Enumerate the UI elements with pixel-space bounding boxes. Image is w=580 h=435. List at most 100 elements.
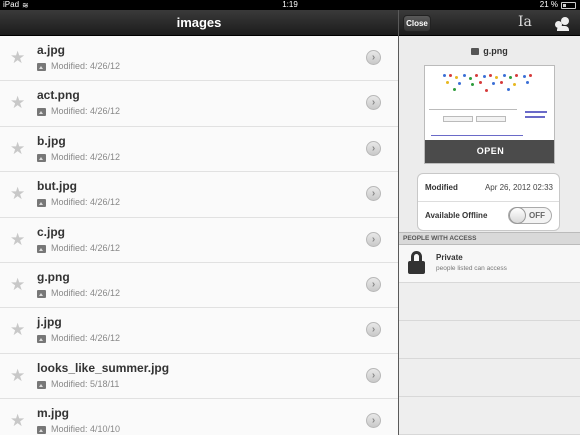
chevron-right-icon[interactable]: › (366, 95, 381, 111)
preview-dot (526, 81, 529, 84)
preview-link-graphic (525, 111, 547, 113)
file-row[interactable]: ★ c.jpg Modified: 4/26/12 › (0, 217, 398, 263)
list-title: images (0, 10, 398, 36)
chevron-right-icon[interactable]: › (366, 276, 381, 292)
file-row[interactable]: ★ but.jpg Modified: 4/26/12 › (0, 172, 398, 218)
preview-dot (503, 74, 506, 77)
file-preview[interactable]: OPEN (424, 65, 555, 164)
image-file-icon (471, 48, 480, 55)
file-modified: Modified: 4/26/12 (51, 287, 121, 298)
file-row[interactable]: ★ m.jpg Modified: 4/10/10 › (0, 399, 398, 435)
modified-label: Modified (425, 183, 458, 192)
file-modified: Modified: 4/26/12 (51, 242, 121, 253)
empty-list-row (399, 283, 580, 321)
preview-dot (479, 81, 482, 84)
file-list: ★ a.jpg Modified: 4/26/12 › ★ act.png Modified… (0, 36, 398, 435)
file-name: m.jpg (37, 406, 69, 421)
preview-dot (492, 82, 495, 85)
preview-link-graphic (525, 116, 545, 118)
preview-dot (458, 82, 461, 85)
file-modified: Modified: 5/18/11 (51, 378, 120, 389)
preview-dot (455, 76, 458, 79)
preview-dot (489, 74, 492, 77)
file-name: g.png (37, 269, 70, 284)
preview-dot (471, 83, 474, 86)
preview-dot (507, 88, 510, 91)
access-row[interactable]: Private people listed can access (399, 245, 580, 283)
modified-value: Apr 26, 2012 02:33 (484, 183, 553, 192)
preview-dot (513, 83, 516, 86)
image-file-icon (37, 380, 46, 389)
file-row[interactable]: ★ b.jpg Modified: 4/26/12 › (0, 126, 398, 173)
access-subtitle: people listed can access (436, 265, 507, 272)
modified-row: Modified Apr 26, 2012 02:33 (418, 174, 559, 202)
file-modified: Modified: 4/26/12 (51, 197, 121, 208)
star-icon[interactable]: ★ (10, 49, 25, 67)
chevron-right-icon[interactable]: › (366, 322, 381, 338)
preview-link-graphic (431, 135, 523, 136)
preview-thumbnail-graphic (443, 74, 533, 98)
file-name: b.jpg (37, 133, 66, 148)
preview-dot (529, 74, 532, 77)
toggle-knob (509, 207, 526, 224)
star-icon[interactable]: ★ (10, 366, 25, 385)
file-row[interactable]: ★ act.png Modified: 4/26/12 › (0, 81, 398, 127)
star-icon[interactable]: ★ (10, 321, 25, 339)
preview-dot (500, 81, 503, 84)
rename-icon[interactable]: Ia (518, 14, 532, 30)
chevron-right-icon[interactable]: › (366, 413, 381, 429)
image-file-icon (37, 426, 46, 435)
file-modified: Modified: 4/26/12 (51, 151, 121, 162)
file-row[interactable]: ★ looks_like_summer.jpg Modified: 5/18/11 › (0, 353, 398, 400)
empty-list-row (399, 321, 580, 359)
status-time: 1:19 (282, 0, 298, 9)
detail-file-title: g.png (399, 46, 580, 56)
preview-dot (485, 89, 488, 92)
offline-row: Available Offline OFF (418, 202, 559, 230)
chevron-right-icon[interactable]: › (366, 50, 381, 65)
chevron-right-icon[interactable]: › (366, 186, 381, 202)
preview-dot (446, 81, 449, 84)
star-icon[interactable]: ★ (10, 94, 25, 112)
offline-toggle[interactable]: OFF (508, 207, 552, 224)
file-name: but.jpg (37, 179, 77, 194)
star-icon[interactable]: ★ (10, 230, 25, 249)
preview-dot (453, 88, 456, 91)
battery-icon (561, 2, 576, 9)
close-button[interactable]: Close (403, 15, 431, 32)
chevron-right-icon[interactable]: › (366, 231, 381, 247)
file-row[interactable]: ★ j.jpg Modified: 4/26/12 › (0, 308, 398, 354)
preview-dot (483, 75, 486, 78)
file-row[interactable]: ★ a.jpg Modified: 4/26/12 › (0, 36, 398, 82)
toggle-state: OFF (529, 211, 545, 220)
file-modified: Modified: 4/26/12 (51, 61, 121, 71)
detail-file-name: g.png (483, 46, 508, 56)
image-file-icon (37, 63, 46, 71)
file-name: a.jpg (37, 43, 66, 57)
chevron-right-icon[interactable]: › (366, 367, 381, 383)
file-modified: Modified: 4/10/10 (51, 424, 121, 435)
star-icon[interactable]: ★ (10, 139, 25, 158)
status-bar: iPad ≋ 1:19 21 % (0, 0, 580, 10)
file-modified: Modified: 4/26/12 (51, 106, 121, 117)
star-icon[interactable]: ★ (10, 275, 25, 294)
lock-icon (408, 251, 425, 274)
image-file-icon (37, 244, 46, 253)
file-list-panel: images ★ a.jpg Modified: 4/26/12 › ★ act.png M… (0, 10, 398, 435)
preview-dot (449, 74, 452, 77)
file-detail-panel: Close Ia g.png OPEN Modified Apr 26, 201… (399, 10, 580, 435)
share-people-icon[interactable] (554, 16, 570, 31)
preview-dot (523, 75, 526, 78)
star-icon[interactable]: ★ (10, 412, 25, 430)
preview-dot (509, 76, 512, 79)
star-icon[interactable]: ★ (10, 185, 25, 203)
open-button[interactable]: OPEN (425, 140, 554, 163)
file-modified: Modified: 4/26/12 (51, 333, 121, 344)
preview-button-graphic (443, 116, 473, 122)
preview-line (429, 109, 517, 110)
file-name: c.jpg (37, 224, 66, 239)
chevron-right-icon[interactable]: › (366, 140, 381, 156)
image-file-icon (37, 153, 46, 162)
preview-dot (443, 74, 446, 77)
file-row[interactable]: ★ g.png Modified: 4/26/12 › (0, 262, 398, 309)
